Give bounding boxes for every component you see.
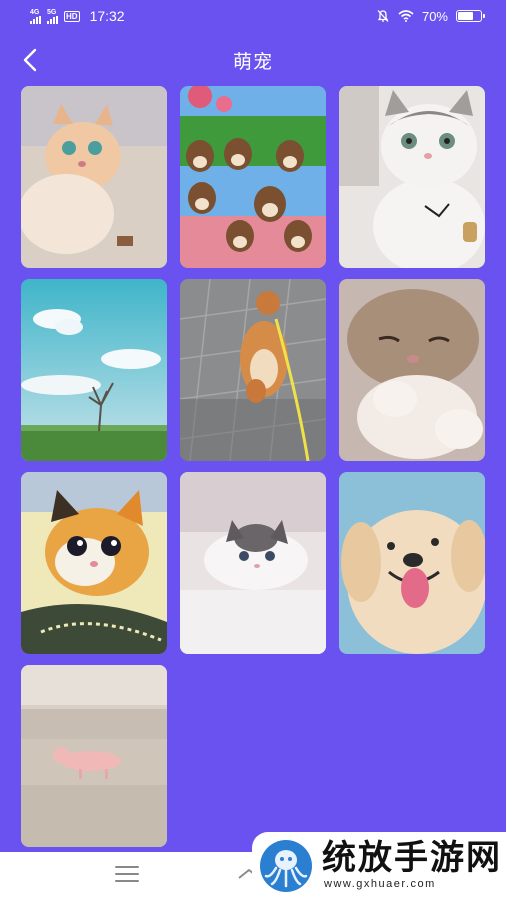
status-time: 17:32 (89, 8, 125, 24)
piglet-couch-image (21, 665, 167, 847)
gallery-item-1[interactable] (21, 86, 167, 268)
gallery-item-8[interactable] (180, 472, 326, 654)
gallery-item-4[interactable] (21, 279, 167, 461)
status-left: 4G 5G HD 17:32 (30, 8, 125, 24)
watermark-url: www.gxhuaer.com (324, 878, 436, 890)
gallery-item-5[interactable] (180, 279, 326, 461)
ragdoll-cat-image (180, 472, 326, 654)
corgi-walking-image (180, 279, 326, 461)
gallery-item-9[interactable] (339, 472, 485, 654)
watermark: 统放手游网 www.gxhuaer.com (252, 832, 506, 900)
battery-icon (456, 10, 485, 22)
battery-fill (458, 12, 474, 20)
puppy-tongue-image (339, 472, 485, 654)
white-gray-cat-image (339, 86, 485, 268)
cat-kitten-teal-eyes-image (21, 86, 167, 268)
menu-icon[interactable] (115, 866, 139, 886)
status-bar: 4G 5G HD 17:32 70% (0, 0, 506, 32)
gallery-item-10[interactable] (21, 665, 167, 847)
gallery-item-2[interactable] (180, 86, 326, 268)
signal-5g: 5G (47, 9, 58, 24)
gallery-item-3[interactable] (339, 86, 485, 268)
page-title: 萌宠 (232, 51, 273, 73)
back-button[interactable] (12, 42, 48, 78)
signal-bars-icon (30, 15, 41, 24)
network-label-2: 5G (47, 8, 57, 16)
signal-bars-icon (47, 15, 58, 24)
signal-4g: 4G (30, 9, 41, 24)
sleepy-cat-image (339, 279, 485, 461)
octopus-logo-icon (260, 840, 312, 892)
status-right: 70% (376, 8, 485, 24)
dogs-meme-collage-image (180, 86, 326, 268)
gallery-item-6[interactable] (339, 279, 485, 461)
mute-bell-icon (377, 10, 389, 22)
network-label-1: 4G (30, 8, 40, 16)
cartoon-kitten-image (21, 472, 167, 654)
gallery-item-7[interactable] (21, 472, 167, 654)
chevron-left-icon (23, 48, 37, 72)
watermark-text: 统放手游网 (322, 839, 502, 877)
hd-badge: HD (64, 10, 80, 22)
wifi-icon (398, 10, 414, 22)
sky-tree-landscape-image (21, 279, 167, 461)
header: 萌宠 (0, 38, 506, 82)
battery-percent: 70% (421, 8, 448, 24)
